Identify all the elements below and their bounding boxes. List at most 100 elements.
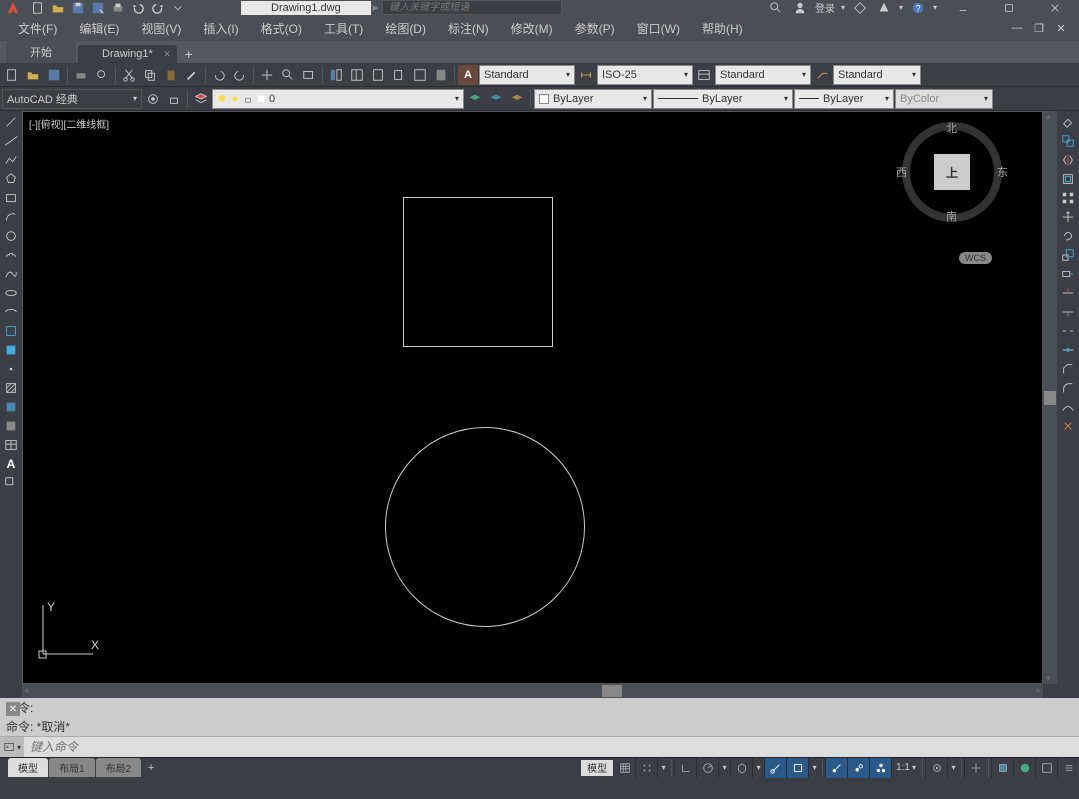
menu-dimension[interactable]: 标注(N) (438, 17, 499, 40)
tab-close-icon[interactable]: ✕ (163, 49, 171, 60)
tool-insert-icon[interactable] (1, 322, 21, 340)
qat-print-icon[interactable] (109, 1, 127, 15)
exchange-icon[interactable] (851, 1, 869, 15)
tb-undo-icon[interactable] (209, 65, 229, 85)
viewcube-west[interactable]: 西 (896, 164, 907, 180)
qat-new-icon[interactable] (29, 1, 47, 15)
status-transparency-icon[interactable] (847, 758, 869, 778)
tb-mleaderstyle-icon[interactable] (812, 65, 832, 85)
tool-line-icon[interactable] (1, 113, 21, 131)
drawing-canvas[interactable]: [-][俯视][二维线框] X Y 上 北 南 西 东 WCS (22, 111, 1043, 684)
tool-array-icon[interactable] (1058, 189, 1078, 207)
menu-format[interactable]: 格式(O) (251, 17, 312, 40)
status-isolate-icon[interactable] (991, 758, 1013, 778)
tb-properties-icon[interactable] (326, 65, 346, 85)
qat-saveas-icon[interactable] (89, 1, 107, 15)
app-logo-icon[interactable] (0, 0, 25, 15)
layout-add-button[interactable]: + (142, 758, 160, 777)
wcs-badge[interactable]: WCS (959, 252, 992, 264)
tb-pan-icon[interactable] (257, 65, 277, 85)
layout-tab-1[interactable]: 布局1 (49, 758, 95, 777)
tool-point-icon[interactable] (1, 360, 21, 378)
status-osnap-icon[interactable] (764, 758, 786, 778)
tool-addselected-icon[interactable] (1, 474, 21, 492)
status-cycling-icon[interactable] (869, 758, 891, 778)
status-snap-dd-icon[interactable]: ▾ (657, 758, 669, 778)
status-lwt-icon[interactable] (825, 758, 847, 778)
tool-spline-icon[interactable] (1, 265, 21, 283)
layer-state-icon[interactable] (486, 89, 506, 109)
tb-designcenter-icon[interactable] (347, 65, 367, 85)
status-settings-dd-icon[interactable]: ▾ (947, 758, 959, 778)
menu-insert[interactable]: 插入(I) (193, 17, 248, 40)
tool-polyline-icon[interactable] (1, 151, 21, 169)
login-label[interactable]: 登录 (815, 0, 835, 15)
tool-join-icon[interactable] (1058, 341, 1078, 359)
tool-move-icon[interactable] (1058, 208, 1078, 226)
qat-open-icon[interactable] (49, 1, 67, 15)
tool-break-icon[interactable] (1058, 322, 1078, 340)
viewcube-top[interactable]: 上 (934, 154, 970, 190)
tb-quickcalc-icon[interactable] (431, 65, 451, 85)
layout-tab-2[interactable]: 布局2 (96, 758, 142, 777)
status-hardware-icon[interactable] (1013, 758, 1035, 778)
window-close-button[interactable] (1035, 0, 1075, 15)
status-iso-icon[interactable] (730, 758, 752, 778)
tool-region-icon[interactable] (1, 417, 21, 435)
user-icon[interactable] (791, 1, 809, 15)
horizontal-scrollbar[interactable]: ◂ ▸ (22, 684, 1043, 698)
lineweight-dropdown[interactable]: ByLayer▾ (794, 89, 894, 109)
menu-modify[interactable]: 修改(M) (501, 17, 563, 40)
tool-rectangle-icon[interactable] (1, 189, 21, 207)
drawn-circle[interactable] (385, 427, 585, 627)
menu-tools[interactable]: 工具(T) (314, 17, 373, 40)
menu-draw[interactable]: 绘图(D) (375, 17, 436, 40)
status-iso-dd-icon[interactable]: ▾ (752, 758, 764, 778)
tool-copy-icon[interactable] (1058, 132, 1078, 150)
tool-arc-icon[interactable] (1, 208, 21, 226)
tool-stretch-icon[interactable] (1058, 265, 1078, 283)
tb-toolpalette-icon[interactable] (368, 65, 388, 85)
tb-print-icon[interactable] (71, 65, 91, 85)
qat-more-icon[interactable] (169, 1, 187, 15)
tb-cut-icon[interactable] (119, 65, 139, 85)
tool-gradient-icon[interactable] (1, 398, 21, 416)
h-scroll-thumb[interactable] (602, 685, 622, 697)
doc-restore-button[interactable]: ❐ (1029, 18, 1049, 38)
dimstyle-dropdown[interactable]: ISO-25▾ (597, 65, 693, 85)
tool-erase-icon[interactable] (1058, 113, 1078, 131)
tab-start[interactable]: 开始 (6, 41, 76, 63)
tool-fillet-icon[interactable] (1058, 379, 1078, 397)
plotstyle-dropdown[interactable]: ByColor▾ (895, 89, 993, 109)
tool-xline-icon[interactable] (1, 132, 21, 150)
tool-scale-icon[interactable] (1058, 246, 1078, 264)
menu-help[interactable]: 帮助(H) (692, 17, 753, 40)
menu-view[interactable]: 视图(V) (131, 17, 191, 40)
workspace-dropdown[interactable]: AutoCAD 经典▾ (2, 89, 142, 109)
status-polar-icon[interactable] (696, 758, 718, 778)
tablestyle-dropdown[interactable]: Standard▾ (715, 65, 811, 85)
tb-sheetset-icon[interactable] (389, 65, 409, 85)
tb-open-icon[interactable] (23, 65, 43, 85)
viewcube-south[interactable]: 南 (946, 208, 957, 224)
menu-window[interactable]: 窗口(W) (627, 17, 690, 40)
help-search-input[interactable] (382, 0, 562, 15)
tb-preview-icon[interactable] (92, 65, 112, 85)
tool-ellipse-icon[interactable] (1, 284, 21, 302)
tb-dimstyle-icon[interactable] (576, 65, 596, 85)
tool-ellipsearc-icon[interactable] (1, 303, 21, 321)
tool-hatch-icon[interactable] (1, 379, 21, 397)
window-minimize-button[interactable] (943, 0, 983, 15)
viewcube-east[interactable]: 东 (997, 164, 1008, 180)
tb-tablestyle-icon[interactable] (694, 65, 714, 85)
status-otrack-icon[interactable] (786, 758, 808, 778)
vertical-scrollbar[interactable]: ▴ ▾ (1043, 111, 1057, 684)
status-otrack-dd-icon[interactable]: ▾ (808, 758, 820, 778)
tb-redo-icon[interactable] (230, 65, 250, 85)
tool-offset-icon[interactable] (1058, 170, 1078, 188)
status-clean-icon[interactable] (1035, 758, 1057, 778)
status-custom-icon[interactable] (1057, 758, 1079, 778)
layer-previous-icon[interactable] (465, 89, 485, 109)
layer-iso-icon[interactable] (507, 89, 527, 109)
ucs-icon[interactable]: X Y (33, 599, 103, 669)
